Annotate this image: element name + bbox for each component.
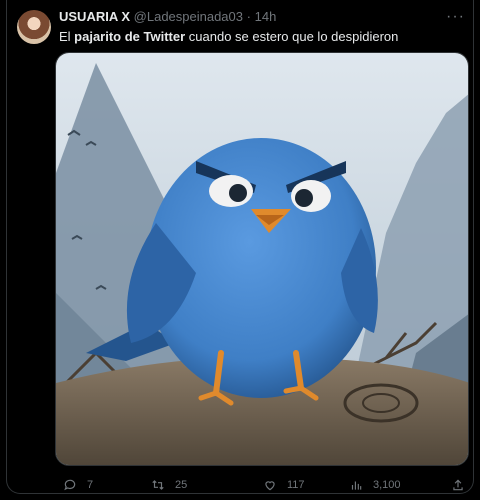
retweet-icon bbox=[152, 480, 164, 490]
share-button[interactable] bbox=[451, 478, 465, 492]
reply-button[interactable]: 7 bbox=[63, 478, 93, 492]
angry-blue-bird-illustration bbox=[56, 53, 468, 465]
tweet-header: USUARIA X @Ladespeinada03 · 14h bbox=[59, 9, 276, 24]
timestamp[interactable]: 14h bbox=[255, 9, 277, 24]
tweet-image[interactable] bbox=[55, 52, 469, 466]
tweet-text: El pajarito de Twitter cuando se estero … bbox=[59, 29, 398, 44]
view-count: 3,100 bbox=[373, 479, 401, 491]
reply-icon bbox=[64, 479, 76, 491]
tweet-text-bold: pajarito de Twitter bbox=[74, 29, 186, 44]
tweet-card[interactable]: USUARIA X @Ladespeinada03 · 14h ··· El p… bbox=[6, 0, 474, 494]
tweet-text-rest: cuando se estero que lo despidieron bbox=[185, 29, 399, 44]
retweet-button[interactable]: 25 bbox=[151, 478, 187, 492]
separator: · bbox=[246, 9, 251, 24]
share-icon bbox=[453, 479, 463, 491]
handle[interactable]: @Ladespeinada03 bbox=[134, 9, 243, 24]
reply-count: 7 bbox=[87, 479, 94, 491]
more-icon[interactable]: ··· bbox=[446, 8, 465, 26]
heart-icon bbox=[265, 481, 275, 491]
views-button[interactable]: 3,100 bbox=[349, 478, 401, 492]
tweet-text-pre: El bbox=[59, 29, 75, 44]
avatar[interactable] bbox=[17, 10, 51, 44]
like-button[interactable]: 117 bbox=[263, 478, 305, 492]
tweet-actions: 7 25 117 3,100 bbox=[55, 476, 469, 494]
retweet-count: 25 bbox=[175, 479, 188, 491]
views-icon bbox=[351, 481, 362, 490]
display-name[interactable]: USUARIA X bbox=[59, 9, 130, 24]
like-count: 117 bbox=[287, 479, 305, 491]
